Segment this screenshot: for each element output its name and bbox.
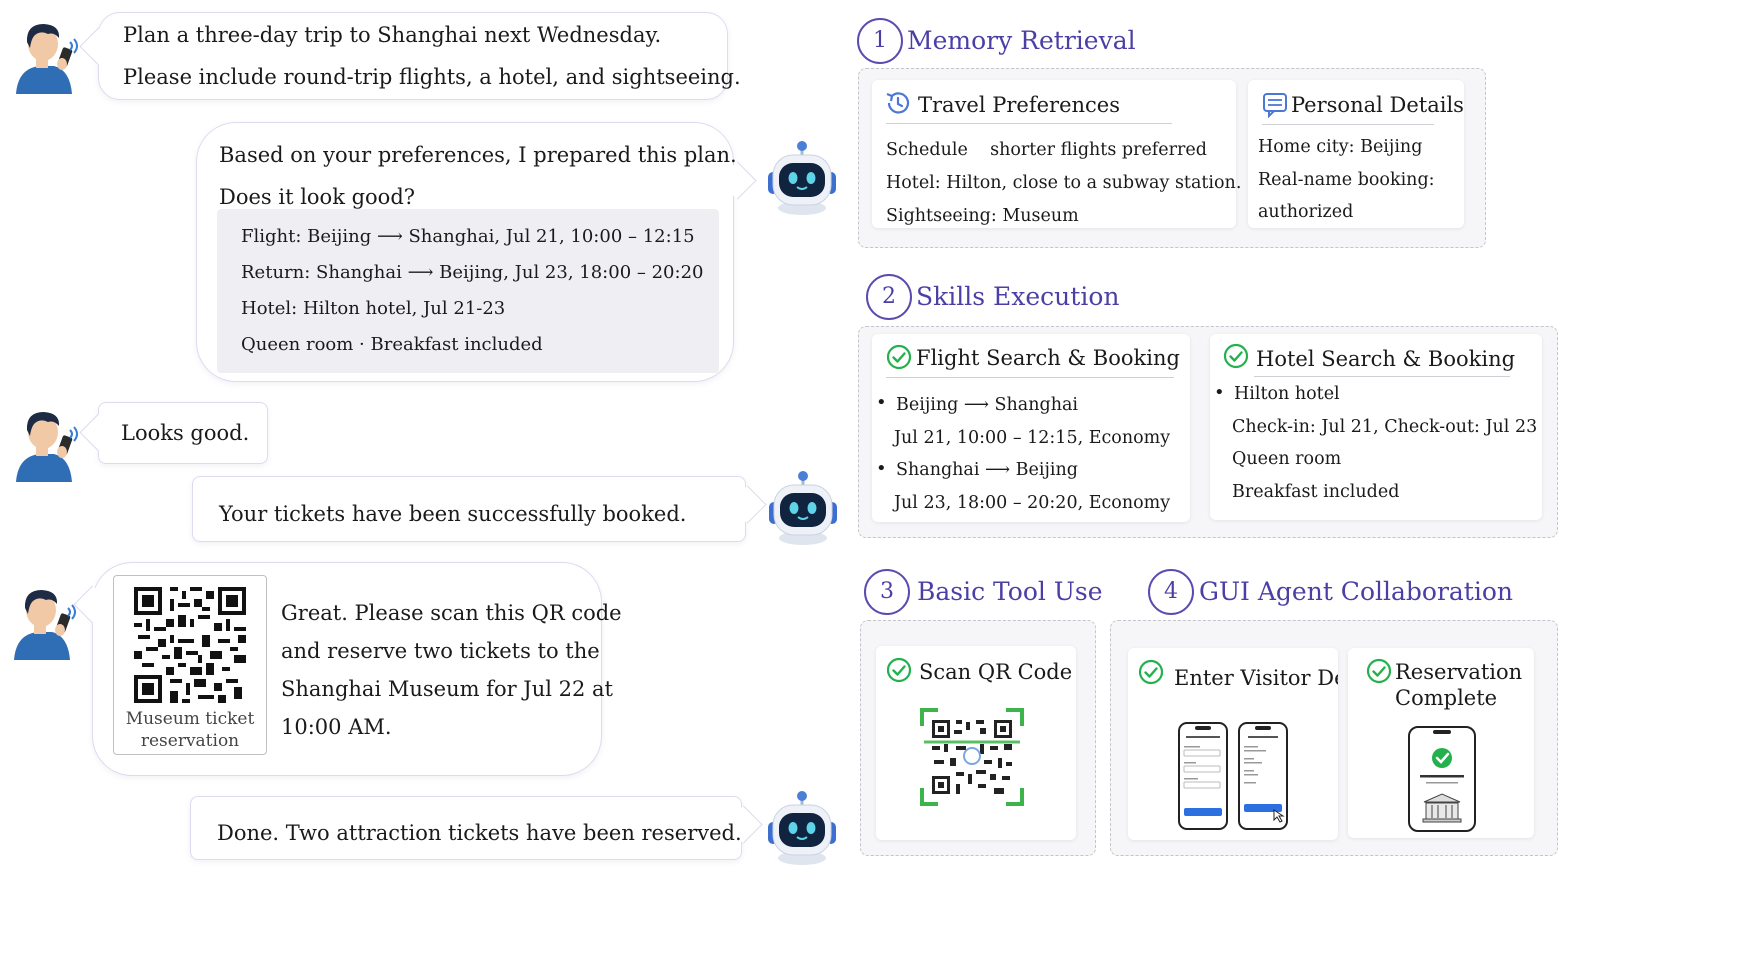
reservation-complete-card: Reservation Complete [1348, 648, 1534, 838]
visitor-details-title: Enter Visitor Details [1174, 666, 1338, 690]
bullet-dot: • [1214, 382, 1225, 403]
bot-avatar [769, 471, 837, 545]
user-request-line: Plan a three-day trip to Shanghai next W… [123, 23, 662, 47]
flight-booking-title: Flight Search & Booking [916, 346, 1180, 370]
hotel-booking-card: Hotel Search & Booking • Hilton hotel Ch… [1210, 334, 1542, 520]
card-divider [1254, 376, 1510, 377]
qr-caption: Museum ticket [125, 709, 255, 729]
check-circle-icon [1223, 343, 1249, 369]
qr-scanner-icon [920, 708, 1024, 806]
check-circle-icon [1138, 659, 1164, 685]
step-3-number: 3 [864, 569, 910, 615]
qr-caption: reservation [140, 731, 240, 751]
step-4-number: 4 [1148, 569, 1194, 615]
card-divider [886, 377, 1174, 378]
hotel-line: Queen room [1232, 449, 1342, 469]
bot-done-bubble: Done. Two attraction tickets have been r… [190, 796, 763, 860]
step-1-number: 1 [857, 18, 903, 64]
travel-preferences-title: Travel Preferences [918, 93, 1121, 117]
flight-booking-card: Flight Search & Booking • Beijing ⟶ Shan… [872, 334, 1190, 522]
reservation-complete-title: Complete [1395, 686, 1498, 710]
phone-form-icon [1178, 722, 1228, 830]
plan-details: Flight: Beijing ⟶ Shanghai, Jul 21, 10:0… [217, 209, 719, 373]
user-request-line: Please include round-trip flights, a hot… [123, 65, 741, 89]
user-request-bubble: Plan a three-day trip to Shanghai next W… [79, 12, 741, 100]
bot-avatar [768, 791, 836, 865]
card-divider [1262, 124, 1434, 125]
reservation-complete-title: Reservation [1395, 660, 1523, 684]
user-confirm-bubble: Looks good. [79, 402, 268, 464]
personal-detail-line: authorized [1258, 202, 1354, 222]
flight-line: Jul 21, 10:00 – 12:15, Economy [894, 428, 1171, 448]
bullet-dot: • [876, 458, 887, 479]
plan-line: Hotel: Hilton hotel, Jul 21-23 [241, 298, 506, 319]
bot-plan-bubble: Based on your preferences, I prepared th… [196, 122, 757, 382]
step-4-title: GUI Agent Collaboration [1199, 577, 1513, 606]
travel-preference-line: Sightseeing: Museum [886, 206, 1079, 226]
personal-detail-line: Real-name booking: [1258, 170, 1435, 190]
phone-success-icon [1408, 726, 1476, 832]
user-museum-line: Great. Please scan this QR code [281, 601, 622, 625]
user-museum-line: 10:00 AM. [281, 715, 392, 739]
personal-detail-line: Home city: Beijing [1258, 137, 1423, 157]
step-2-title: Skills Execution [916, 282, 1120, 311]
history-clock-icon [886, 92, 910, 114]
bot-done-text: Done. Two attraction tickets have been r… [217, 821, 742, 845]
flight-line: Jul 23, 18:00 – 20:20, Economy [894, 493, 1171, 513]
plan-line: Queen room · Breakfast included [241, 334, 543, 355]
step-1-title: Memory Retrieval [907, 26, 1136, 55]
visitor-details-card: Enter Visitor Details [1128, 648, 1338, 840]
flight-line: Shanghai ⟶ Beijing [896, 460, 1078, 480]
flight-line: Beijing ⟶ Shanghai [896, 395, 1078, 415]
step-3-title: Basic Tool Use [917, 577, 1103, 606]
hotel-line: Check-in: Jul 21, Check-out: Jul 23 [1232, 417, 1538, 437]
check-circle-icon [886, 344, 912, 370]
plan-line: Return: Shanghai ⟶ Beijing, Jul 23, 18:0… [241, 262, 704, 283]
travel-preference-line: Schedule shorter flights preferred [886, 140, 1207, 160]
user-museum-bubble: Museum ticket reservation Great. Please … [73, 562, 622, 776]
scan-qr-title: Scan QR Code [919, 660, 1073, 684]
check-circle-icon [1366, 658, 1392, 684]
user-avatar [16, 412, 78, 482]
hotel-line: Hilton hotel [1234, 384, 1340, 404]
bot-plan-intro: Based on your preferences, I prepared th… [219, 143, 737, 167]
user-museum-line: and reserve two tickets to the [281, 639, 600, 663]
plan-line: Flight: Beijing ⟶ Shanghai, Jul 21, 10:0… [241, 226, 695, 247]
check-circle-icon [886, 657, 912, 683]
hotel-booking-title: Hotel Search & Booking [1256, 347, 1516, 371]
chat-message-icon [1263, 93, 1287, 118]
bot-booked-bubble: Your tickets have been successfully book… [192, 476, 767, 542]
user-avatar [14, 590, 76, 660]
qr-card: Museum ticket reservation [113, 575, 267, 755]
phone-confirm-icon [1238, 722, 1288, 830]
bot-avatar [768, 141, 836, 215]
qr-code-icon [134, 587, 246, 703]
personal-details-title: Personal Details [1291, 93, 1464, 117]
bot-booked-text: Your tickets have been successfully book… [219, 502, 687, 526]
personal-details-card: Personal Details Home city: Beijing Real… [1248, 80, 1464, 228]
card-divider [886, 123, 1172, 124]
hotel-line: Breakfast included [1232, 482, 1400, 502]
travel-preference-line: Hotel: Hilton, close to a subway station… [886, 173, 1242, 193]
travel-preferences-card: Travel Preferences Schedule shorter flig… [872, 80, 1241, 228]
user-confirm-text: Looks good. [121, 421, 250, 445]
user-museum-line: Shanghai Museum for Jul 22 at [281, 677, 614, 701]
step-2-number: 2 [866, 274, 912, 320]
user-avatar [16, 24, 78, 94]
bullet-dot: • [876, 392, 887, 413]
scan-qr-card: Scan QR Code [876, 646, 1076, 840]
